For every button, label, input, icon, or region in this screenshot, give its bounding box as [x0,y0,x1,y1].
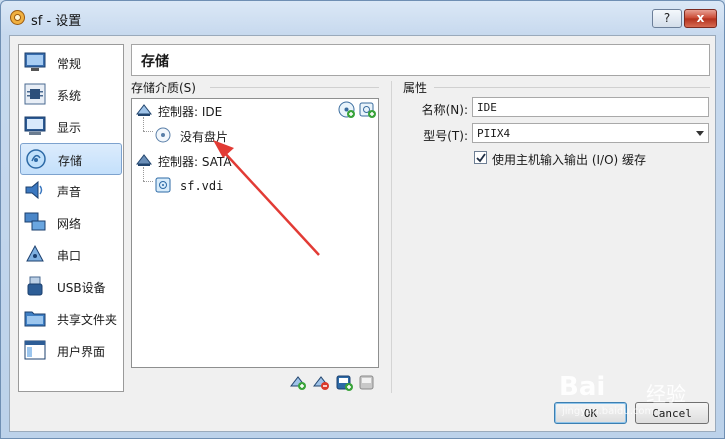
annotation-arrow [213,140,320,256]
settings-window: sf - 设置 ? x 常规 系统 显示 存储 声音 网络 串口 USB设备 共… [0,0,725,439]
annotation-arrow-shaft [222,150,320,256]
annotation-arrow-head [213,140,234,158]
